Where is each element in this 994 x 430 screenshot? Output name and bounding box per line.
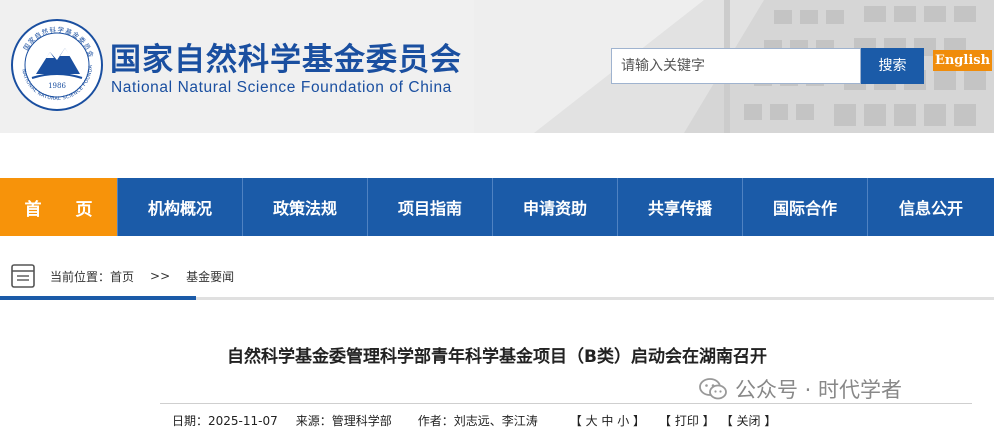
wechat-watermark: 公众号 · 时代学者 — [699, 374, 902, 404]
nav-item-disclosure[interactable]: 信息公开 — [867, 178, 994, 236]
location-book-icon — [11, 264, 35, 288]
breadcrumb-separator: >> — [150, 269, 171, 283]
site-title-english: National Natural Science Foundation of C… — [111, 79, 452, 96]
watermark-text: 公众号 · 时代学者 — [735, 378, 903, 402]
search-box — [611, 48, 861, 84]
breadcrumb-divider-accent — [0, 296, 196, 300]
nav-item-funding[interactable]: 申请资助 — [492, 178, 617, 236]
close-button[interactable]: 【 关闭 】 — [721, 412, 777, 429]
article-source: 来源：管理科学部 — [295, 413, 392, 428]
breadcrumb-current-link[interactable]: 基金要闻 — [186, 268, 234, 285]
print-button[interactable]: 【 打印 】 — [659, 412, 715, 429]
site-title-chinese: 国家自然科学基金委员会 — [110, 42, 462, 78]
breadcrumb: 当前位置：首页 >> 基金要闻 — [10, 262, 234, 290]
nav-item-about[interactable]: 机构概况 — [117, 178, 242, 236]
nav-item-guide[interactable]: 项目指南 — [367, 178, 492, 236]
font-size-toggle[interactable]: 【 大 中 小 】 — [570, 412, 645, 429]
article-title-divider — [160, 403, 972, 404]
article-meta: 日期：2025-11-07 来源：管理科学部 作者：刘志远、李江涛 【 大 中 … — [172, 411, 776, 429]
english-language-button[interactable]: English — [933, 50, 992, 71]
search-input[interactable] — [612, 49, 860, 83]
nav-item-home[interactable]: 首 页 — [0, 178, 117, 236]
svg-text:1986: 1986 — [48, 82, 66, 90]
nav-item-international[interactable]: 国际合作 — [742, 178, 867, 236]
article-date: 日期：2025-11-07 — [172, 413, 278, 428]
nav-item-policies[interactable]: 政策法规 — [242, 178, 367, 236]
nsfc-logo[interactable]: 1986 NATIONAL NATURAL SCIENCE FOUNDATION… — [10, 18, 104, 112]
site-header: 1986 NATIONAL NATURAL SCIENCE FOUNDATION… — [0, 0, 994, 133]
article-author: 作者：刘志远、李江涛 — [417, 413, 538, 428]
main-navigation: 首 页 机构概况 政策法规 项目指南 申请资助 共享传播 国际合作 信息公开 — [0, 178, 994, 236]
article-title: 自然科学基金委管理科学部青年科学基金项目（B类）启动会在湖南召开 — [227, 347, 767, 367]
breadcrumb-home-link[interactable]: 当前位置：首页 — [50, 268, 134, 285]
nav-item-sharing[interactable]: 共享传播 — [617, 178, 742, 236]
search-button[interactable]: 搜索 — [861, 48, 924, 84]
wechat-icon — [699, 378, 727, 400]
